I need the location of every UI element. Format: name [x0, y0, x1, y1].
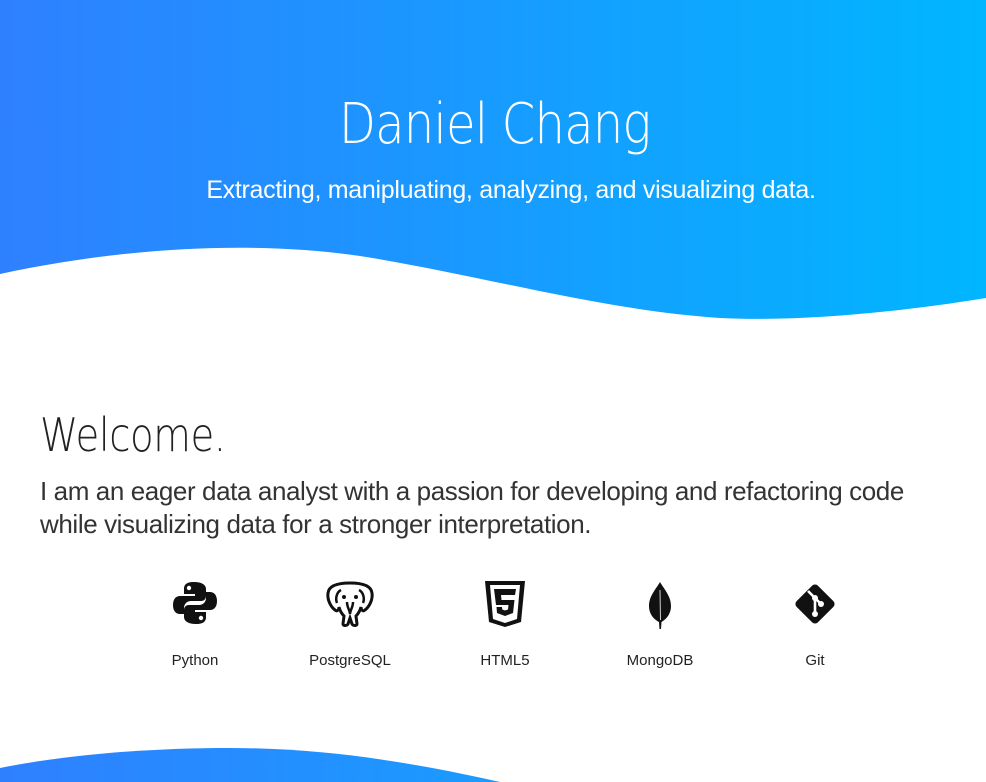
skill-label: PostgreSQL — [309, 652, 391, 669]
mongodb-icon — [590, 580, 730, 638]
welcome-heading: Welcome. — [40, 408, 226, 462]
skill-git: Git — [745, 580, 885, 671]
site-title: Daniel Chang — [338, 92, 651, 157]
welcome-text: I am an eager data analyst with a passio… — [40, 476, 904, 539]
skill-label: Python — [171, 652, 219, 669]
skill-label: MongoDB — [626, 652, 694, 669]
skill-mongodb: MongoDB — [590, 580, 730, 671]
skill-python: Python — [125, 580, 265, 671]
hero-wave-background — [0, 0, 986, 319]
site-subtitle-text: Extracting, manipluating, analyzing, and… — [206, 176, 816, 204]
git-icon — [745, 580, 885, 638]
html5-icon — [435, 580, 575, 638]
python-icon — [125, 580, 265, 638]
postgresql-icon — [280, 580, 420, 638]
skill-postgresql: PostgreSQL — [280, 580, 420, 671]
hero-banner: Daniel Chang Extracting, manipluating, a… — [0, 0, 986, 330]
skills-list: Python PostgreSQL HTML5 MongoDB Git — [0, 580, 986, 680]
skill-label: Git — [805, 652, 825, 669]
skill-label: HTML5 — [480, 652, 530, 669]
skill-html5: HTML5 — [435, 580, 575, 671]
footer-wave-background — [0, 748, 500, 782]
site-subtitle: Extracting, manipluating, analyzing, and… — [0, 174, 986, 206]
welcome-section: Welcome. I am an eager data analyst with… — [40, 405, 960, 541]
